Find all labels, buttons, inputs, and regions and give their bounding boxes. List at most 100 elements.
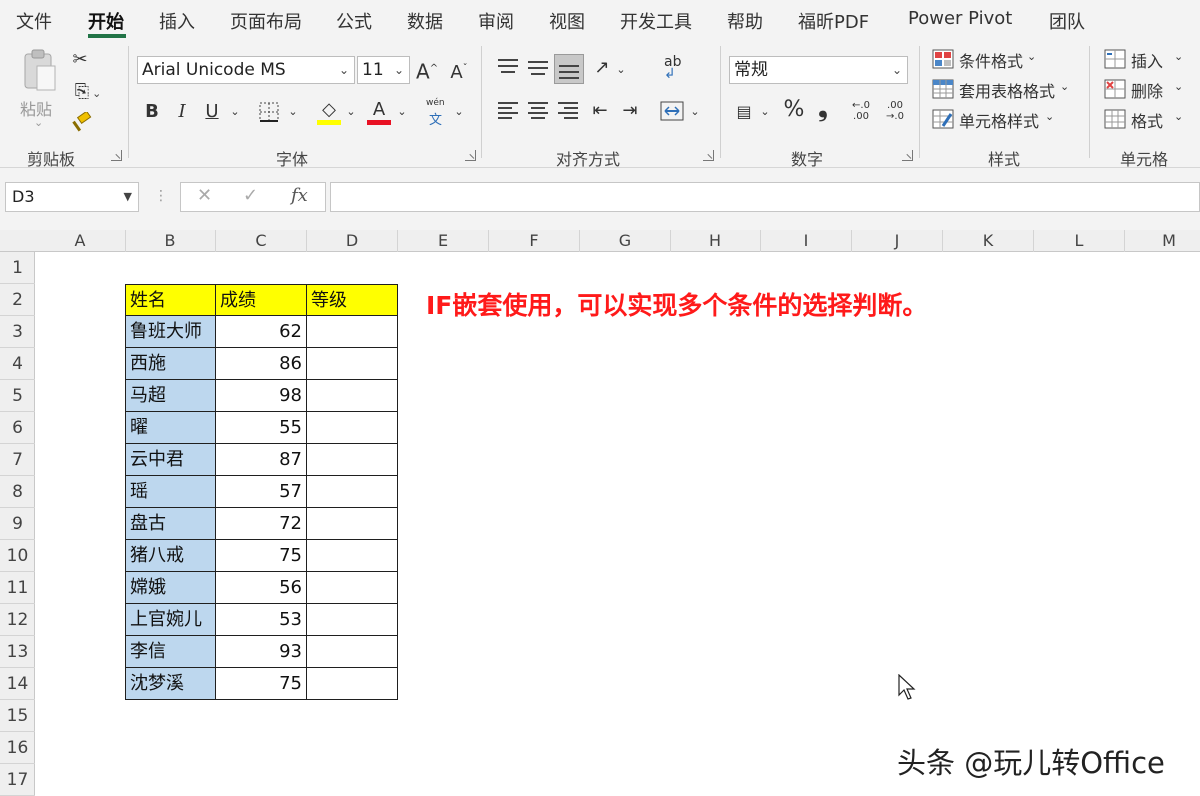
increase-indent-icon[interactable]: ⇥ — [618, 99, 642, 123]
column-header-d[interactable]: D — [307, 230, 398, 252]
column-header-m[interactable]: M — [1124, 230, 1200, 252]
percent-button[interactable]: % — [782, 98, 806, 122]
column-header-g[interactable]: G — [580, 230, 671, 252]
score-cell[interactable]: 86 — [216, 348, 307, 380]
font-color-button[interactable]: A — [366, 98, 392, 126]
score-cell[interactable]: 53 — [216, 604, 307, 636]
clipboard-launcher-icon[interactable] — [111, 150, 122, 161]
header-cell-grade[interactable]: 等级 — [307, 284, 398, 316]
row-header-11[interactable]: 11 — [0, 572, 35, 604]
grade-cell[interactable] — [307, 636, 398, 668]
name-cell[interactable]: 云中君 — [125, 444, 216, 476]
column-header-h[interactable]: H — [670, 230, 761, 252]
enter-button[interactable]: ✓ — [243, 185, 258, 206]
chevron-down-icon[interactable]: ⌄ — [286, 100, 300, 124]
name-cell[interactable]: 李信 — [125, 636, 216, 668]
table-format-button[interactable]: 套用表格格式 ⌄ — [932, 76, 1082, 102]
insert-function-button[interactable]: fx — [291, 185, 308, 206]
name-cell[interactable]: 沈梦溪 — [125, 668, 216, 700]
chevron-down-icon[interactable]: ⌄ — [688, 100, 702, 124]
align-top-icon[interactable] — [498, 57, 518, 75]
chevron-down-icon[interactable]: ⌄ — [344, 100, 358, 124]
column-header-e[interactable]: E — [398, 230, 489, 252]
score-cell[interactable]: 55 — [216, 412, 307, 444]
tab-formulas[interactable]: 公式 — [336, 8, 372, 34]
chevron-down-icon[interactable]: ⌄ — [452, 100, 466, 124]
grade-cell[interactable] — [307, 572, 398, 604]
name-cell[interactable]: 鲁班大师 — [125, 316, 216, 348]
align-left-icon[interactable] — [498, 102, 518, 120]
tab-review[interactable]: 审阅 — [478, 8, 514, 34]
row-header-7[interactable]: 7 — [0, 444, 35, 476]
row-header-10[interactable]: 10 — [0, 540, 35, 572]
font-name-select[interactable]: Arial Unicode MS ⌄ — [137, 56, 355, 84]
column-header-l[interactable]: L — [1034, 230, 1125, 252]
cut-icon[interactable]: ✂ — [68, 48, 92, 72]
name-box[interactable]: D3 ▼ — [5, 182, 139, 212]
chevron-down-icon[interactable]: ⌄ — [614, 58, 628, 82]
alignment-launcher-icon[interactable] — [703, 150, 714, 161]
name-cell[interactable]: 盘古 — [125, 508, 216, 540]
cell-styles-button[interactable]: 单元格样式 ⌄ — [932, 106, 1082, 132]
font-size-select[interactable]: 11 ⌄ — [357, 56, 410, 84]
row-header-4[interactable]: 4 — [0, 348, 35, 380]
grow-font-icon[interactable]: A^ — [416, 57, 438, 84]
row-header-5[interactable]: 5 — [0, 380, 35, 412]
conditional-format-button[interactable]: 条件格式 ⌄ — [932, 46, 1082, 72]
delete-cells-button[interactable]: 删除 ⌄ — [1104, 76, 1194, 102]
name-cell[interactable]: 猪八戒 — [125, 540, 216, 572]
shrink-font-icon[interactable]: Aˇ — [448, 57, 470, 85]
decrease-decimal-button[interactable]: .00 →.0 — [880, 100, 910, 122]
tab-developer[interactable]: 开发工具 — [620, 8, 692, 34]
score-cell[interactable]: 57 — [216, 476, 307, 508]
paste-button[interactable]: 粘贴 ⌄ — [14, 48, 64, 132]
column-header-k[interactable]: K — [943, 230, 1034, 252]
name-cell[interactable]: 曜 — [125, 412, 216, 444]
row-header-17[interactable]: 17 — [0, 764, 35, 796]
copy-icon[interactable]: ⎘ ⌄ — [68, 80, 108, 106]
tab-team[interactable]: 团队 — [1049, 8, 1085, 34]
tab-view[interactable]: 视图 — [549, 8, 585, 34]
name-cell[interactable]: 西施 — [125, 348, 216, 380]
insert-cells-button[interactable]: 插入 ⌄ — [1104, 46, 1194, 72]
border-icon[interactable] — [258, 101, 280, 123]
score-cell[interactable]: 72 — [216, 508, 307, 540]
tab-data[interactable]: 数据 — [407, 8, 443, 34]
score-cell[interactable]: 56 — [216, 572, 307, 604]
font-launcher-icon[interactable] — [465, 150, 476, 161]
number-format-select[interactable]: 常规 ⌄ — [729, 56, 908, 84]
row-header-13[interactable]: 13 — [0, 636, 35, 668]
grade-cell[interactable] — [307, 508, 398, 540]
row-header-12[interactable]: 12 — [0, 604, 35, 636]
grade-cell[interactable] — [307, 316, 398, 348]
number-launcher-icon[interactable] — [902, 150, 913, 161]
align-center-icon[interactable] — [528, 102, 548, 120]
row-header-15[interactable]: 15 — [0, 700, 35, 732]
fill-color-button[interactable]: ◇ — [316, 98, 342, 126]
cancel-button[interactable]: ✕ — [197, 185, 212, 206]
tab-file[interactable]: 文件 — [16, 8, 52, 34]
tab-foxit-pdf[interactable]: 福昕PDF — [798, 8, 869, 34]
row-header-9[interactable]: 9 — [0, 508, 35, 540]
wrap-text-button[interactable]: ab ↲ — [660, 54, 690, 84]
column-header-f[interactable]: F — [489, 230, 580, 252]
drag-handle-icon[interactable]: ⋮ — [154, 188, 168, 204]
row-header-16[interactable]: 16 — [0, 732, 35, 764]
name-cell[interactable]: 上官婉儿 — [125, 604, 216, 636]
column-header-c[interactable]: C — [216, 230, 307, 252]
grade-cell[interactable] — [307, 380, 398, 412]
score-cell[interactable]: 62 — [216, 316, 307, 348]
row-header-14[interactable]: 14 — [0, 668, 35, 700]
align-right-icon[interactable] — [558, 102, 578, 120]
tab-insert[interactable]: 插入 — [159, 8, 195, 34]
grade-cell[interactable] — [307, 412, 398, 444]
orientation-icon[interactable]: ↗ — [589, 56, 615, 80]
row-header-3[interactable]: 3 — [0, 316, 35, 348]
chevron-down-icon[interactable]: ⌄ — [228, 100, 242, 124]
comma-button[interactable]: ❟ — [814, 96, 832, 120]
grade-cell[interactable] — [307, 604, 398, 636]
name-cell[interactable]: 瑶 — [125, 476, 216, 508]
italic-button[interactable]: I — [172, 100, 192, 124]
grade-cell[interactable] — [307, 668, 398, 700]
row-header-8[interactable]: 8 — [0, 476, 35, 508]
